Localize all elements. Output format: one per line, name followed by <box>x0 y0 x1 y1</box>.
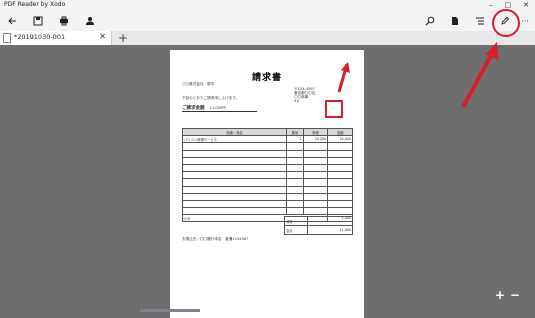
items-table: 品番・品名 数量 単価 金額 パソコン修理サービス 1 10,000 10,00… <box>181 127 353 223</box>
table-row <box>181 171 353 180</box>
close-window-button[interactable]: ✕ <box>523 0 529 11</box>
col-item: 品番・品名 <box>181 127 288 137</box>
minimize-button[interactable]: – <box>489 0 493 11</box>
tax-value <box>307 216 353 226</box>
back-button[interactable] <box>4 13 20 29</box>
recipient: 〇〇株式会社 御中 <box>182 82 215 86</box>
tab-document[interactable]: *20191030-001 ✕ <box>0 31 112 45</box>
cell: 1 <box>286 135 304 144</box>
search-button[interactable] <box>422 13 438 29</box>
table-row <box>181 149 353 158</box>
table-row <box>181 163 353 173</box>
zoom-controls: +− <box>495 288 525 302</box>
back-arrow-icon <box>8 17 16 25</box>
sum-label: 合計 <box>284 225 308 235</box>
add-tab-button[interactable]: + <box>115 31 131 45</box>
edit-highlight-circle <box>492 9 520 37</box>
cell: 10,000 <box>302 135 329 144</box>
pdf-page[interactable]: 請求書 〇〇株式会社 御中 下記のとおりご請求申し上げます。 ご請求金額 11,… <box>170 50 364 318</box>
person-icon <box>86 17 94 25</box>
table-row <box>181 156 353 165</box>
bookmarks-button[interactable] <box>447 13 463 29</box>
share-button[interactable] <box>82 13 98 29</box>
totals-table: 消費 合計 11,000 <box>284 216 353 235</box>
tax-row: 消費 <box>284 216 353 226</box>
total-value: 11,000円 <box>209 106 226 110</box>
save-icon <box>33 16 43 26</box>
total-label: ご請求金額 <box>182 106 205 111</box>
tab-label: *20191030-001 <box>14 33 66 41</box>
outline-button[interactable] <box>472 13 488 29</box>
save-button[interactable] <box>30 13 46 29</box>
close-tab-icon[interactable]: ✕ <box>99 32 106 41</box>
print-icon <box>60 16 68 26</box>
table-row: パソコン修理サービス 1 10,000 10,000 <box>181 135 353 144</box>
sum-value: 11,000 <box>307 225 353 235</box>
search-icon <box>425 16 435 26</box>
toolbar: ··· <box>0 11 535 31</box>
tab-bar: *20191030-001 ✕ + <box>0 31 535 45</box>
stamp-highlight-box <box>325 100 343 118</box>
zoom-in-button[interactable]: + <box>495 288 510 302</box>
file-icon <box>3 33 11 43</box>
document-icon <box>452 17 458 25</box>
sender-line-4: XX <box>294 99 299 103</box>
list-icon <box>476 17 484 25</box>
col-amount: 金額 <box>327 127 353 137</box>
red-arrow-lower <box>461 51 495 108</box>
cell: 10,000 <box>327 135 353 144</box>
table-header: 品番・品名 数量 単価 金額 <box>181 127 353 137</box>
page-scroll-indicator[interactable] <box>140 309 200 312</box>
zoom-out-button[interactable]: − <box>510 288 525 302</box>
sum-row: 合計 11,000 <box>284 225 353 235</box>
col-price: 単価 <box>302 127 329 137</box>
table-row <box>181 199 353 209</box>
print-button[interactable] <box>56 13 72 29</box>
tax-label: 消費 <box>284 216 308 226</box>
greeting: 下記のとおりご請求申し上げます。 <box>182 96 240 100</box>
table-row <box>181 192 353 201</box>
table-row <box>181 185 353 194</box>
cell: パソコン修理サービス <box>181 135 288 144</box>
col-qty: 数量 <box>286 127 304 137</box>
app-title: PDF Reader by Xodo <box>4 1 66 8</box>
table-row <box>181 178 353 187</box>
table-row <box>181 142 353 151</box>
total-row: ご請求金額 11,000円 <box>182 105 257 112</box>
title-bar: PDF Reader by Xodo – □ ✕ <box>0 0 535 11</box>
table-row <box>181 207 353 216</box>
bank-info: お振込先：〇〇銀行本店 普通1234567 <box>182 237 249 241</box>
